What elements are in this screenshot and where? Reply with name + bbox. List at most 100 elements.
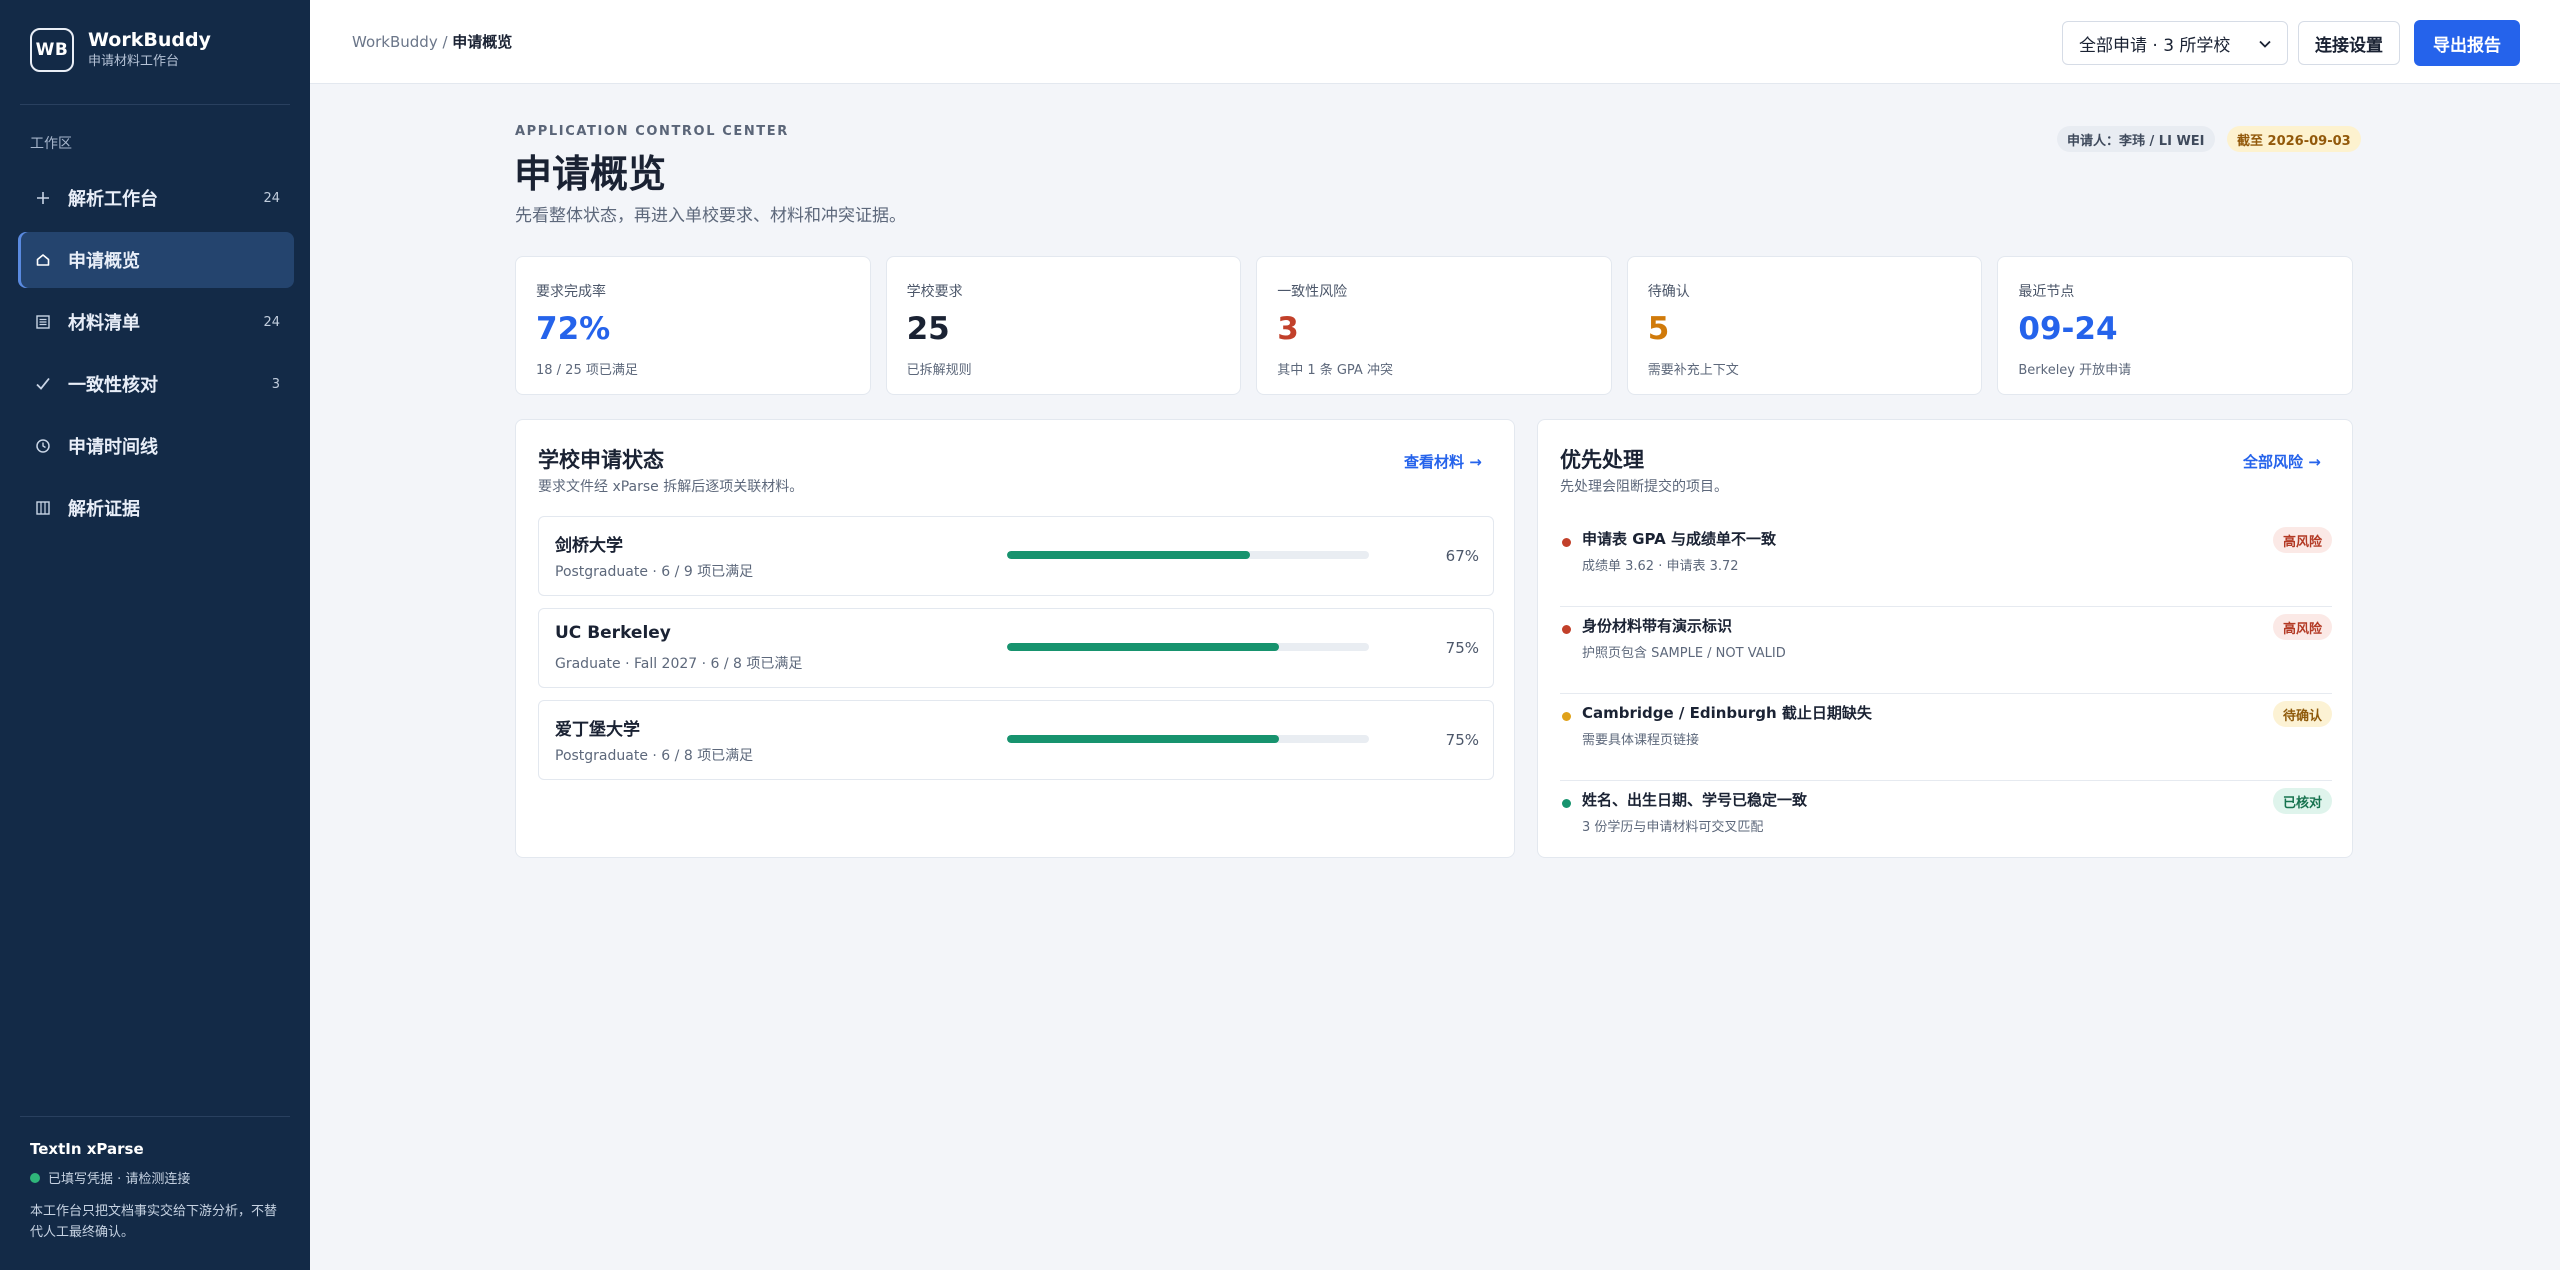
sidebar-item-overview[interactable]: 申请概览 [18,232,294,288]
sidebar-item-consistency[interactable]: 一致性核对 3 [18,356,294,412]
stat-label: 要求完成率 [536,284,606,300]
stat-value: 5 [1647,311,1670,347]
sidebar-item-materials[interactable]: 材料清单 24 [18,294,294,350]
priority-title: 姓名、出生日期、学号已稳定一致 [1582,791,1808,809]
home-icon [34,251,52,269]
sidebar-section-label: 工作区 [30,136,72,152]
sidebar-item-label: 一致性核对 [68,375,158,396]
progress-bar [1007,643,1369,651]
stat-label: 最近节点 [2018,284,2075,300]
stat-card-next-milestone: 最近节点 09-24 Berkeley 开放申请 [1997,256,2353,395]
panel-subtitle: 要求文件经 xParse 拆解后逐项关联材料。 [538,479,804,495]
page-subtitle: 先看整体状态，再进入单校要求、材料和冲突证据。 [515,206,906,226]
priority-item[interactable]: 申请表 GPA 与成绩单不一致 成绩单 3.62 · 申请表 3.72 高风险 [1560,520,2332,607]
sidebar-item-evidence[interactable]: 解析证据 [18,480,294,536]
sidebar-item-label: 解析证据 [68,499,140,520]
priority-item[interactable]: 身份材料带有演示标识 护照页包含 SAMPLE / NOT VALID 高风险 [1560,607,2332,694]
sidebar-item-count: 24 [263,314,280,330]
priority-panel: 优先处理 先处理会阻断提交的项目。 全部风险 → 申请表 GPA 与成绩单不一致… [1537,419,2353,858]
sidebar-footer: TextIn xParse 已填写凭据 · 请检测连接 本工作台只把文档事实交给… [30,1140,282,1243]
brand[interactable]: WB WorkBuddy 申请材料工作台 [30,28,211,72]
status-badge: 已核对 [2272,788,2332,814]
stat-value: 3 [1277,311,1299,347]
stat-label: 待确认 [1647,284,1690,300]
stat-note: 其中 1 条 GPA 冲突 [1277,363,1393,378]
page-title: 申请概览 [514,152,667,196]
stat-value: 25 [906,311,950,347]
school-row-edinburgh[interactable]: 爱丁堡大学 Postgraduate · 6 / 8 项已满足 75% [538,700,1494,780]
stat-card-consistency-risk: 一致性风险 3 其中 1 条 GPA 冲突 [1256,256,1612,395]
breadcrumb: WorkBuddy / 申请概览 [352,31,512,52]
sidebar: WB WorkBuddy 申请材料工作台 工作区 解析工作台 24 申请概览 材… [0,0,310,1270]
priority-title: 身份材料带有演示标识 [1582,617,1733,635]
all-risks-link[interactable]: 全部风险 → [2243,451,2321,472]
application-scope-select[interactable]: 全部申请 · 3 所学校 [2062,21,2288,65]
sidebar-item-count: 24 [263,190,280,206]
sidebar-item-parse-workbench[interactable]: 解析工作台 24 [18,170,294,226]
check-icon [34,375,52,393]
connection-status[interactable]: 已填写凭据 · 请检测连接 [30,1168,282,1187]
sidebar-item-label: 申请时间线 [68,437,158,458]
priority-title: Cambridge / Edinburgh 截止日期缺失 [1582,704,1872,722]
sidebar-item-label: 申请概览 [68,251,140,272]
connection-status-text: 已填写凭据 · 请检测连接 [48,1172,191,1187]
school-meta: Graduate · Fall 2027 · 6 / 8 项已满足 [555,656,803,672]
priority-desc: 成绩单 3.62 · 申请表 3.72 [1582,559,1739,574]
deadline-badge: 截至 2026-09-03 [2227,126,2361,152]
breadcrumb-root[interactable]: WorkBuddy [352,33,438,51]
stat-card-requirements: 学校要求 25 已拆解规则 [885,256,1242,395]
school-row-berkeley[interactable]: UC Berkeley Graduate · Fall 2027 · 6 / 8… [538,608,1494,688]
panel-title: 学校申请状态 [538,448,664,472]
priority-item[interactable]: 姓名、出生日期、学号已稳定一致 3 份学历与申请材料可交叉匹配 已核对 [1560,781,2332,868]
brand-logo: WB [30,28,74,72]
connection-settings-button[interactable]: 连接设置 [2298,21,2400,65]
stat-note: 已拆解规则 [906,363,972,378]
sidebar-item-timeline[interactable]: 申请时间线 [18,418,294,474]
school-meta: Postgraduate · 6 / 8 项已满足 [555,748,754,764]
priority-title: 申请表 GPA 与成绩单不一致 [1582,530,1776,548]
columns-icon [34,499,52,517]
status-badge: 高风险 [2272,614,2332,640]
priority-desc: 需要具体课程页链接 [1582,733,1700,748]
stat-note: 18 / 25 项已满足 [536,363,638,378]
school-status-panel: 学校申请状态 要求文件经 xParse 拆解后逐项关联材料。 查看材料 → 剑桥… [515,419,1515,858]
risk-dot-icon [1562,538,1571,547]
risk-dot-icon [1562,799,1571,808]
breadcrumb-current: 申请概览 [452,33,513,51]
clock-icon [34,437,52,455]
school-name: 剑桥大学 [555,536,623,556]
risk-dot-icon [1562,712,1571,721]
priority-desc: 护照页包含 SAMPLE / NOT VALID [1582,646,1786,661]
topbar: WorkBuddy / 申请概览 全部申请 · 3 所学校 连接设置 导出报告 [310,0,2560,84]
priority-desc: 3 份学历与申请材料可交叉匹配 [1582,820,1764,835]
breadcrumb-separator: / [437,33,453,51]
stat-note: Berkeley 开放申请 [2018,363,2132,378]
page-kicker: APPLICATION CONTROL CENTER [515,124,789,139]
panel-subtitle: 先处理会阻断提交的项目。 [1560,479,1728,495]
scope-select-value: 全部申请 · 3 所学校 [2079,35,2231,56]
list-icon [34,313,52,331]
status-badge: 高风险 [2272,527,2332,553]
panel-title: 优先处理 [1560,448,1644,472]
brand-name: WorkBuddy [88,29,211,51]
view-materials-link[interactable]: 查看材料 → [1404,451,1482,472]
stat-label: 学校要求 [906,284,963,300]
sidebar-divider [20,1116,290,1117]
school-list: 剑桥大学 Postgraduate · 6 / 9 项已满足 67% UC Be… [538,516,1494,792]
progress-bar-fill [1007,551,1250,559]
applicant-badge: 申请人：李玮 / LI WEI [2057,126,2215,152]
status-badge: 待确认 [2272,701,2332,727]
footer-note: 本工作台只把文档事实交给下游分析，不替代人工最终确认。 [30,1204,278,1240]
sidebar-item-count: 3 [271,376,280,392]
progress-bar-fill [1007,735,1279,743]
sidebar-nav: 解析工作台 24 申请概览 材料清单 24 一致性核对 3 申请时间线 解析证据 [18,170,294,542]
school-row-cambridge[interactable]: 剑桥大学 Postgraduate · 6 / 9 项已满足 67% [538,516,1494,596]
export-report-button[interactable]: 导出报告 [2414,20,2520,66]
school-name: UC Berkeley [555,623,671,643]
progress-bar [1007,551,1369,559]
priority-item[interactable]: Cambridge / Edinburgh 截止日期缺失 需要具体课程页链接 待… [1560,694,2332,781]
stat-label: 一致性风险 [1277,284,1348,300]
progress-bar-fill [1007,643,1279,651]
progress-bar [1007,735,1369,743]
progress-percent: 67% [1445,547,1479,565]
